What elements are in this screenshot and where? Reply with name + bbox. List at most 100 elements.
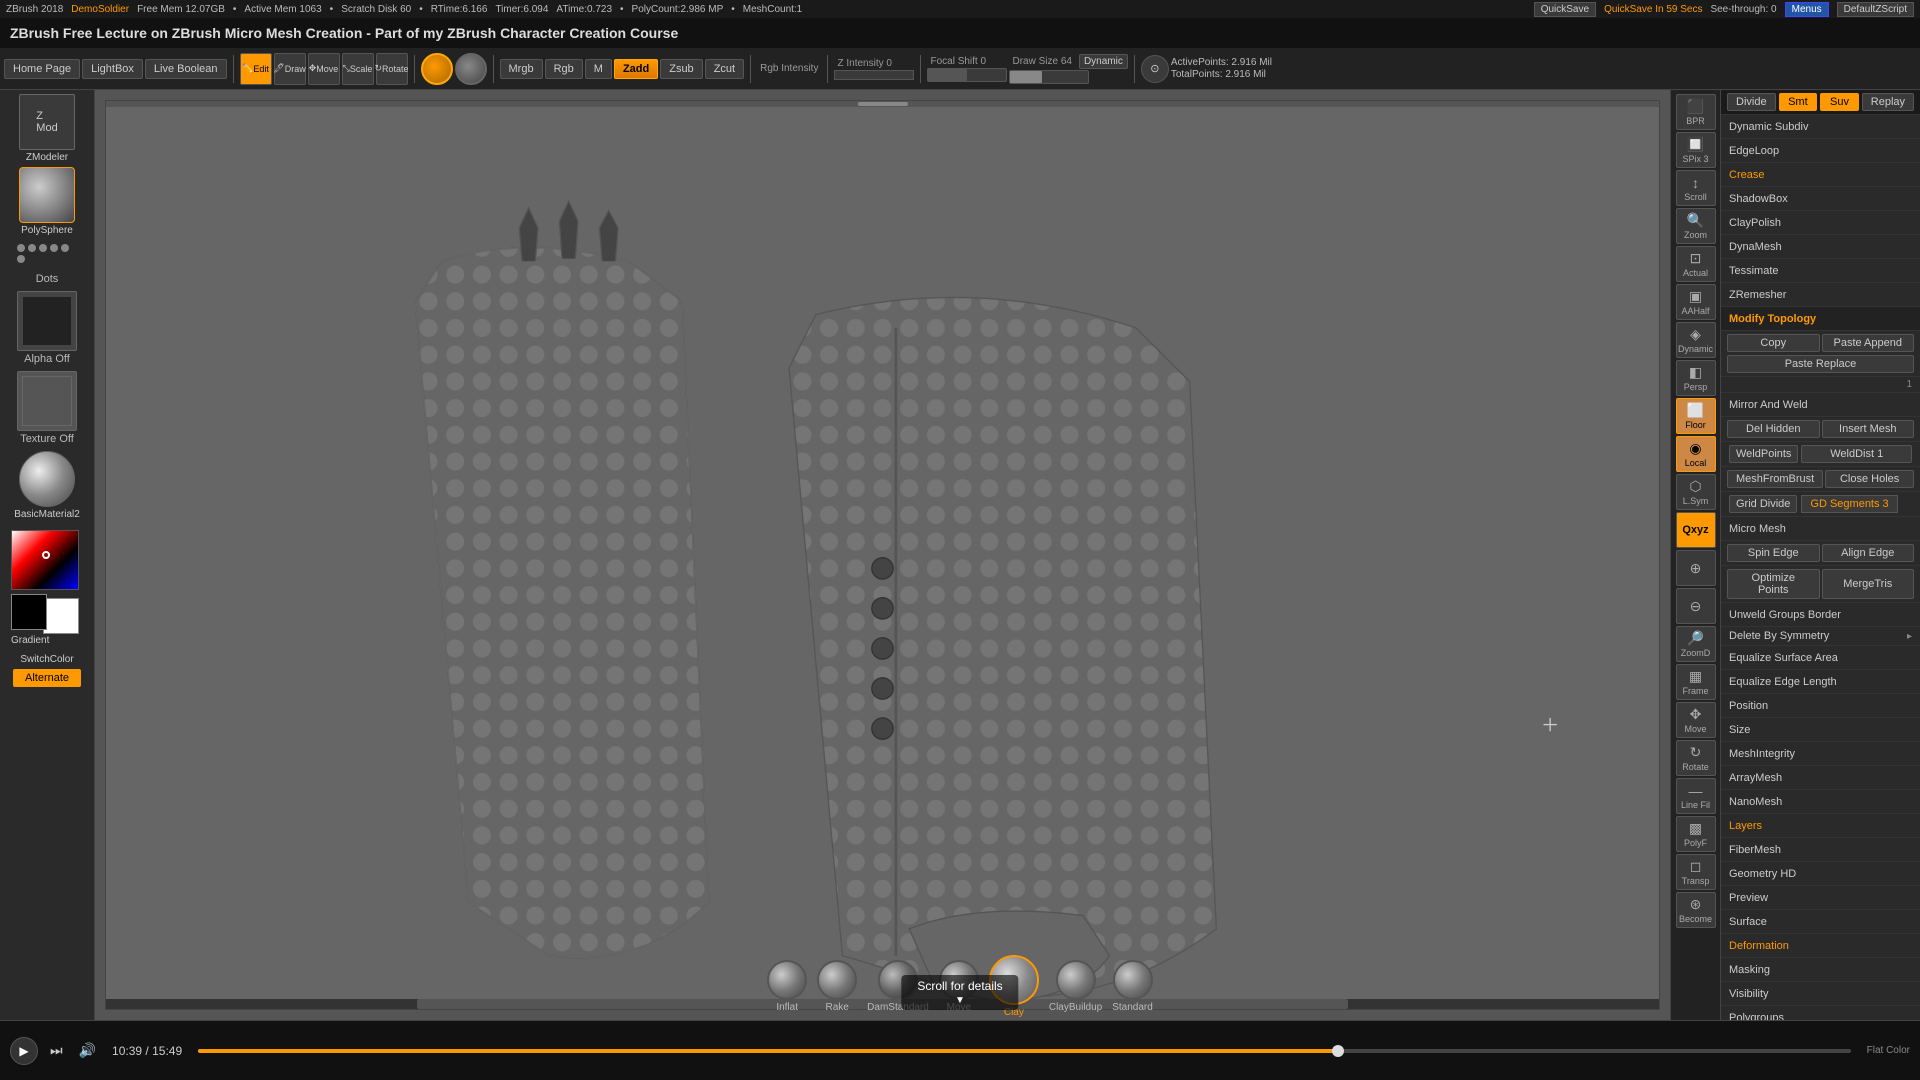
live-boolean-button[interactable]: Live Boolean [145, 59, 227, 79]
mesh-integrity-item[interactable]: MeshIntegrity [1721, 742, 1920, 766]
actual-button[interactable]: ⊡ Actual [1676, 246, 1716, 282]
mesh-from-brust-button[interactable]: MeshFromBrust [1727, 470, 1823, 488]
move-button[interactable]: ✥ Move [308, 53, 340, 85]
smt-button[interactable]: Smt [1779, 93, 1818, 111]
rotate-button[interactable]: ↻ Rotate [376, 53, 408, 85]
dynamic-subdiv-item[interactable]: Dynamic Subdiv [1721, 115, 1920, 139]
linefill-button[interactable]: — Line Fil [1676, 778, 1716, 814]
alpha-off-section[interactable]: Alpha Off [17, 291, 77, 367]
lsym-button[interactable]: ⬡ L.Sym [1676, 474, 1716, 510]
zoom-out-button[interactable]: ⊖ [1676, 588, 1716, 624]
paste-replace-button[interactable]: Paste Replace [1727, 355, 1914, 373]
geometry-hd-item[interactable]: Geometry HD [1721, 862, 1920, 886]
masking-item[interactable]: Masking [1721, 958, 1920, 982]
surface-item[interactable]: Surface [1721, 910, 1920, 934]
zoom-button[interactable]: 🔍 Zoom [1676, 208, 1716, 244]
visibility-item[interactable]: Visibility [1721, 982, 1920, 1006]
close-holes-button[interactable]: Close Holes [1825, 470, 1914, 488]
color-gradient[interactable] [11, 530, 79, 590]
modify-topology-item[interactable]: Modify Topology [1721, 307, 1920, 331]
edit-button[interactable]: ✏️ Edit [240, 53, 272, 85]
fiber-mesh-item[interactable]: FiberMesh [1721, 838, 1920, 862]
layers-item[interactable]: Layers [1721, 814, 1920, 838]
edgeloop-item[interactable]: EdgeLoop [1721, 139, 1920, 163]
rotate-vtool-button[interactable]: ↻ Rotate [1676, 740, 1716, 776]
mrgb-button[interactable]: Mrgb [500, 59, 543, 79]
polysphere-tool[interactable]: PolySphere [7, 167, 87, 236]
dynamesh-item[interactable]: DynaMesh [1721, 235, 1920, 259]
lightbox-button[interactable]: LightBox [82, 59, 143, 79]
deformation-item[interactable]: Deformation [1721, 934, 1920, 958]
fg-bg-swatches[interactable] [11, 594, 79, 634]
preview-item[interactable]: Preview [1721, 886, 1920, 910]
size-item[interactable]: Size [1721, 718, 1920, 742]
video-progress-bar[interactable] [198, 1049, 1851, 1053]
material-sphere[interactable] [19, 451, 75, 507]
menus-button[interactable]: Menus [1785, 2, 1829, 17]
paste-append-button[interactable]: Paste Append [1822, 334, 1915, 352]
weld-points-button[interactable]: WeldPoints [1729, 445, 1798, 463]
insert-mesh-button[interactable]: Insert Mesh [1822, 420, 1915, 438]
color-picker[interactable]: Gradient [11, 530, 83, 646]
volume-button[interactable]: 🔊 [75, 1040, 100, 1061]
zsub-button[interactable]: Zsub [660, 59, 702, 79]
video-progress-thumb[interactable] [1332, 1045, 1344, 1057]
rgb-button[interactable]: Rgb [545, 59, 583, 79]
claypolish-item[interactable]: ClayPolish [1721, 211, 1920, 235]
alternate-button[interactable]: Alternate [13, 669, 81, 687]
align-edge-button[interactable]: Align Edge [1822, 544, 1915, 562]
scale-button[interactable]: ⤡ Scale [342, 53, 374, 85]
grid-divide-button[interactable]: Grid Divide [1729, 495, 1797, 513]
suv-button[interactable]: Suv [1820, 93, 1859, 111]
polygroups-item[interactable]: Polygroups [1721, 1006, 1920, 1020]
focal-shift-slider[interactable] [927, 68, 1007, 82]
zremesher-item[interactable]: ZRemesher [1721, 283, 1920, 307]
merge-tris-button[interactable]: MergeTris [1822, 569, 1915, 599]
skip-forward-button[interactable]: ⏭ [46, 1040, 67, 1061]
del-hidden-button[interactable]: Del Hidden [1727, 420, 1820, 438]
weld-dist-button[interactable]: WeldDist 1 [1801, 445, 1912, 463]
array-mesh-item[interactable]: ArrayMesh [1721, 766, 1920, 790]
spix-button[interactable]: 🔲 SPix 3 [1676, 132, 1716, 168]
polyf-button[interactable]: ▩ PolyF [1676, 816, 1716, 852]
canvas-viewport[interactable] [105, 100, 1660, 1010]
draw-size-slider[interactable] [1009, 70, 1089, 84]
zoom-in-button[interactable]: ⊕ [1676, 550, 1716, 586]
scroll-button[interactable]: ↕ Scroll [1676, 170, 1716, 206]
brush-claybuildup[interactable]: ClayBuildup [1049, 960, 1102, 1013]
persp-button[interactable]: ◧ Persp [1676, 360, 1716, 396]
transp-button[interactable]: ◻ Transp [1676, 854, 1716, 890]
brush-mode-circle[interactable] [421, 53, 453, 85]
zmodeler-tool[interactable]: ZMod ZModeler [7, 94, 87, 163]
local-button[interactable]: ◉ Local [1676, 436, 1716, 472]
m-button[interactable]: M [585, 59, 612, 79]
spin-edge-button[interactable]: Spin Edge [1727, 544, 1820, 562]
brush-inflat[interactable]: Inflat [767, 960, 807, 1013]
optimize-points-button[interactable]: Optimize Points [1727, 569, 1820, 599]
crease-item[interactable]: Crease [1721, 163, 1920, 187]
home-page-button[interactable]: Home Page [4, 59, 80, 79]
draw-button[interactable]: 🖊 Draw [274, 53, 306, 85]
equalize-surface-area-item[interactable]: Equalize Surface Area [1721, 646, 1920, 670]
frame-button[interactable]: ▦ Frame [1676, 664, 1716, 700]
canvas-area[interactable] [95, 90, 1670, 1020]
floor-button[interactable]: ⬜ Floor [1676, 398, 1716, 434]
zadd-button[interactable]: Zadd [614, 59, 658, 79]
position-item[interactable]: Position [1721, 694, 1920, 718]
mirror-and-weld-item[interactable]: Mirror And Weld [1721, 393, 1920, 417]
brush-standard[interactable]: Standard [1112, 960, 1153, 1013]
play-button[interactable]: ▶ [10, 1037, 38, 1065]
brush-rake[interactable]: Rake [817, 960, 857, 1013]
background-swatch[interactable] [43, 598, 79, 634]
dynamic-button[interactable]: Dynamic [1079, 54, 1128, 69]
qxyz-button[interactable]: Qxyz [1676, 512, 1716, 548]
foreground-swatch[interactable] [11, 594, 47, 630]
zcut-button[interactable]: Zcut [705, 59, 744, 79]
become-button[interactable]: ⊛ Become [1676, 892, 1716, 928]
texture-off-section[interactable]: Texture Off [17, 371, 77, 447]
unweld-groups-border-item[interactable]: Unweld Groups Border [1721, 603, 1920, 627]
divide-button[interactable]: Divide [1727, 93, 1776, 111]
shadowbox-item[interactable]: ShadowBox [1721, 187, 1920, 211]
move-vtool-button[interactable]: ✥ Move [1676, 702, 1716, 738]
material-section[interactable]: BasicMaterial2 [14, 451, 80, 522]
